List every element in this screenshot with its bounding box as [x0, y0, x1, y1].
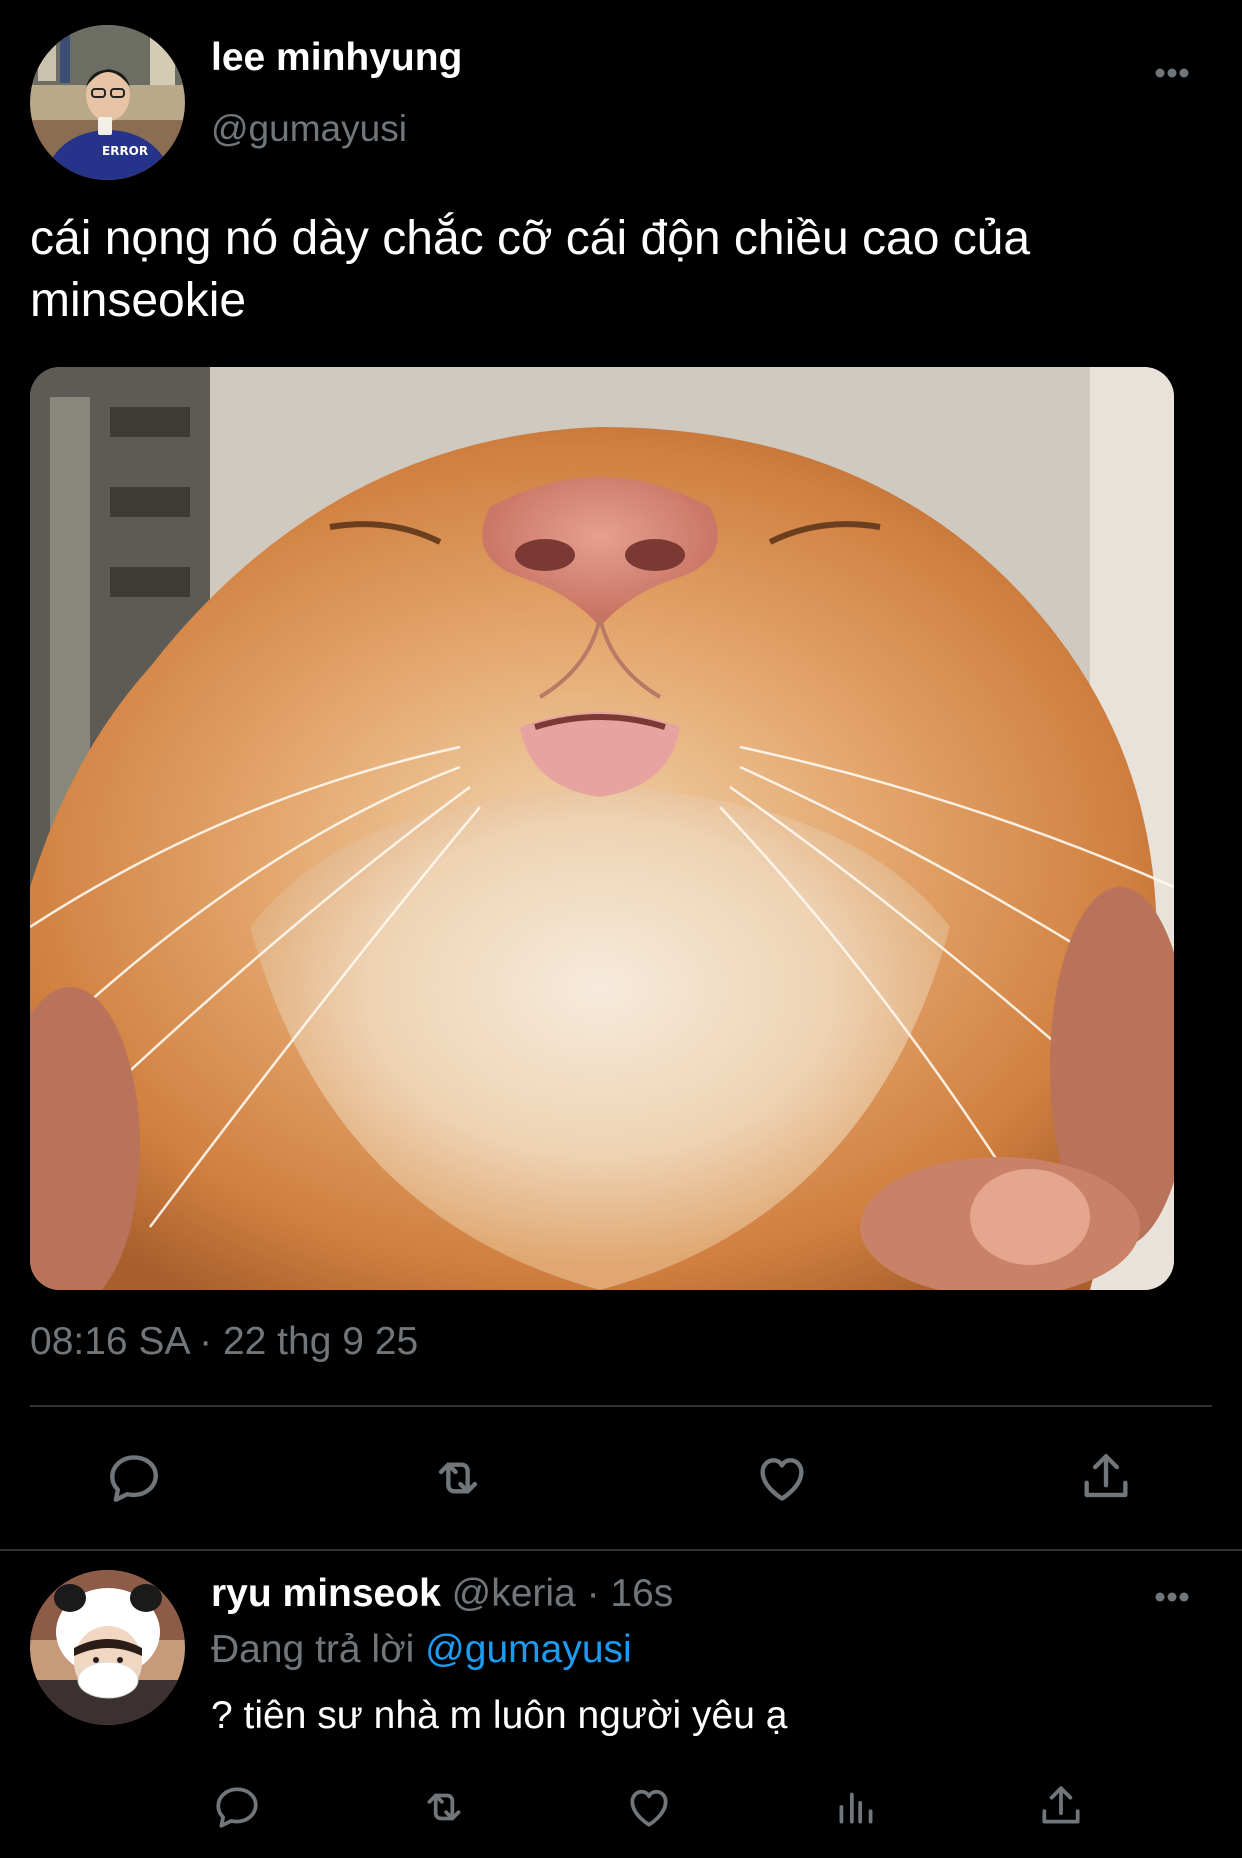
reply-author-avatar[interactable]	[30, 1570, 185, 1725]
tweet-photo[interactable]	[30, 367, 1174, 1290]
divider	[0, 1549, 1242, 1551]
reply-age[interactable]: 16s	[610, 1572, 673, 1615]
reply-header: ryu minseok @keria · 16s	[211, 1572, 673, 1616]
replying-to-prefix: Đang trả lời	[211, 1628, 426, 1671]
share-icon[interactable]	[1029, 1775, 1093, 1839]
retweet-icon[interactable]	[423, 1443, 493, 1513]
tweet-detail-page: ERROR lee minhyung @gumayusi cái nọng nó…	[0, 0, 1242, 1858]
share-icon[interactable]	[1071, 1443, 1141, 1513]
reply-icon[interactable]	[205, 1775, 269, 1839]
tweet-text: cái nọng nó dày chắc cỡ cái độn chiều ca…	[30, 212, 1031, 327]
author-avatar[interactable]: ERROR	[30, 25, 185, 180]
analytics-icon[interactable]	[824, 1775, 888, 1839]
reply-text: ? tiên sư nhà m luôn người yêu ạ	[211, 1694, 788, 1737]
reply-author-name[interactable]: ryu minseok	[211, 1572, 441, 1615]
like-icon[interactable]	[747, 1443, 817, 1513]
divider	[30, 1405, 1212, 1407]
more-options-icon[interactable]	[1142, 1582, 1202, 1612]
reply-icon[interactable]	[99, 1443, 169, 1513]
tweet-timestamp[interactable]: 08:16 SA · 22 thg 9 25	[30, 1320, 418, 1364]
reply-author-handle[interactable]: @keria	[452, 1572, 576, 1615]
like-icon[interactable]	[617, 1775, 681, 1839]
replying-to: Đang trả lời @gumayusi	[211, 1628, 632, 1672]
meta-separator: ·	[575, 1572, 611, 1615]
author-name[interactable]: lee minhyung	[211, 36, 462, 80]
author-handle[interactable]: @gumayusi	[211, 108, 407, 150]
svg-text:ERROR: ERROR	[102, 144, 148, 158]
retweet-icon[interactable]	[412, 1775, 476, 1839]
more-options-icon[interactable]	[1142, 58, 1202, 88]
replying-to-handle[interactable]: @gumayusi	[425, 1628, 632, 1671]
